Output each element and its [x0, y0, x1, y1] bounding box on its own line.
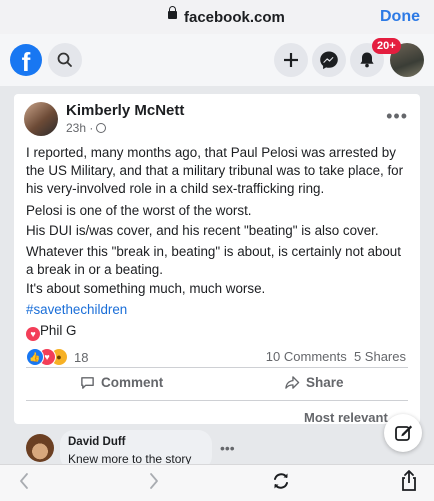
share-count[interactable]: 5 Shares [354, 349, 406, 364]
share-label: Share [306, 375, 344, 390]
edit-icon [395, 425, 413, 441]
browser-url-bar: facebook.com Done [0, 0, 434, 34]
comment-label: Comment [101, 375, 164, 390]
like-reaction-icon: 👍 [26, 348, 44, 366]
reacted-by-name[interactable]: Phil G [40, 323, 76, 338]
globe-icon [96, 123, 107, 133]
back-button[interactable] [18, 471, 30, 496]
reload-icon [274, 473, 288, 489]
comment-author[interactable]: David Duff [68, 436, 126, 448]
url-text[interactable]: facebook.com [184, 9, 285, 26]
hashtag-link[interactable]: #savethechildren [26, 301, 410, 319]
messenger-button[interactable] [312, 43, 346, 77]
post-card: Kimberly McNett 23h · ••• I reported, ma… [14, 94, 420, 424]
reaction-count: 18 [74, 350, 89, 365]
share-sheet-icon [402, 470, 416, 491]
divider [26, 400, 408, 401]
post-paragraph: Whatever this "break in, beating" is abo… [26, 244, 401, 277]
messenger-icon [320, 51, 338, 70]
post-paragraph: His DUI is/was cover, and his recent "be… [26, 223, 379, 238]
search-icon [57, 52, 72, 67]
forward-arrow-icon [150, 473, 158, 489]
forward-button[interactable] [148, 471, 160, 496]
compose-button[interactable] [384, 414, 422, 452]
divider [26, 367, 408, 368]
comment-icon [81, 377, 94, 389]
facebook-logo-icon[interactable]: f [10, 44, 42, 76]
commenter-avatar[interactable] [26, 434, 54, 462]
post-paragraph: It's about something much, much worse. [26, 281, 266, 296]
notification-badge: 20+ [372, 38, 401, 54]
post-timestamp: 23h · [66, 121, 107, 135]
reload-button[interactable] [270, 470, 292, 497]
post-time-text: 23h · [66, 121, 94, 135]
facebook-header: f 20+ [0, 34, 434, 86]
post-options-icon[interactable]: ••• [386, 106, 408, 127]
post-stats: 10 Comments 5 Shares [266, 349, 406, 364]
author-avatar[interactable] [24, 102, 58, 136]
post-paragraph: Pelosi is one of the worst of the worst. [26, 203, 252, 218]
comment-button[interactable]: Comment [80, 375, 163, 390]
plus-icon [284, 53, 298, 67]
comment-count[interactable]: 10 Comments [266, 349, 347, 364]
post-author-name[interactable]: Kimberly McNett [66, 102, 184, 119]
reacted-by: ♥ Phil G [26, 322, 410, 341]
heart-icon: ♥ [26, 327, 40, 341]
share-sheet-button[interactable] [398, 469, 420, 498]
share-button[interactable]: Share [284, 375, 344, 390]
lock-icon [168, 6, 177, 19]
create-button[interactable] [274, 43, 308, 77]
back-arrow-icon [20, 473, 28, 489]
comment-options-icon[interactable]: ••• [220, 440, 235, 456]
share-icon [285, 376, 300, 389]
browser-toolbar [0, 464, 434, 501]
post-paragraph: I reported, many months ago, that Paul P… [26, 145, 404, 196]
comment-sort-dropdown[interactable]: Most relevant [304, 410, 388, 425]
search-button[interactable] [48, 43, 82, 77]
done-button[interactable]: Done [380, 8, 420, 26]
